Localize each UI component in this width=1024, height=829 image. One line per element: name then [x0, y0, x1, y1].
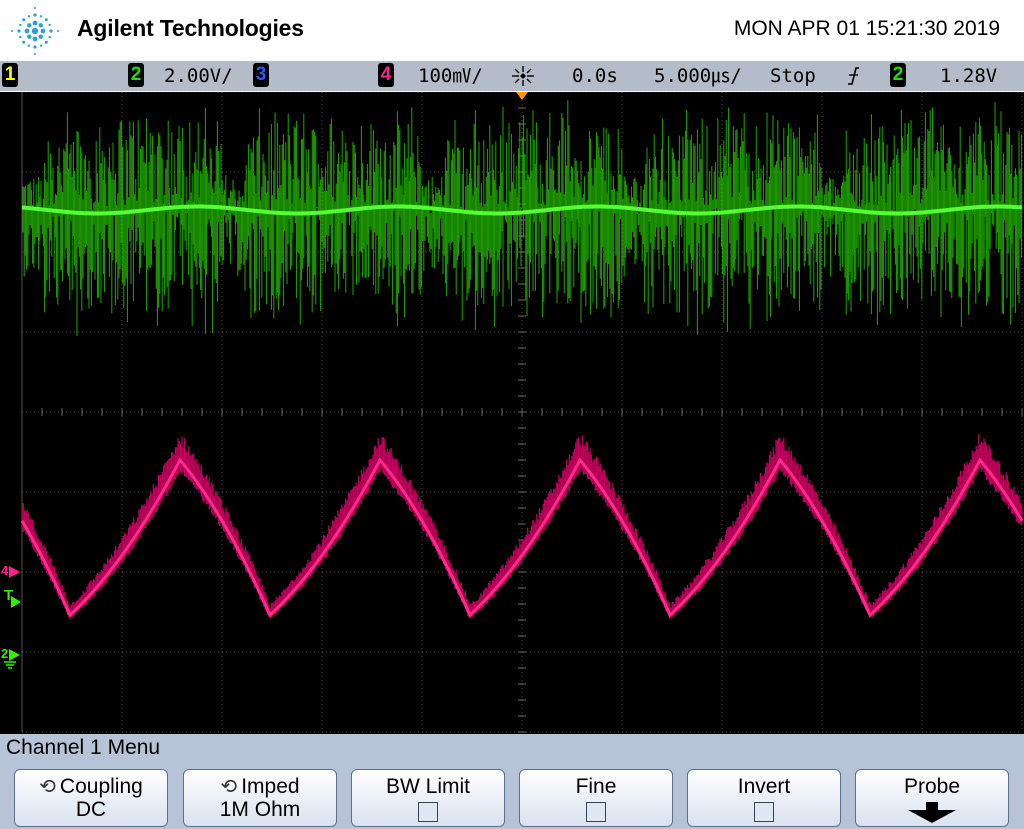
- channel-4-arrow-icon: [9, 566, 20, 578]
- coupling-label: Coupling: [59, 775, 143, 798]
- down-arrow-icon: [908, 802, 956, 823]
- channel-4-marker-label: 4: [1, 563, 9, 578]
- ground-icon: [4, 661, 16, 669]
- agilent-logo-icon: [11, 7, 59, 55]
- channel-4-scale: 100㎷/: [418, 65, 483, 87]
- fine-softkey[interactable]: Fine: [519, 769, 673, 827]
- bw-limit-label: BW Limit: [386, 775, 470, 798]
- channel-4-indicator[interactable]: 4: [378, 63, 394, 87]
- run-state: Stop: [770, 65, 816, 87]
- coupling-softkey[interactable]: ⟲ Coupling DC: [14, 769, 168, 827]
- channel-2-indicator[interactable]: 2: [128, 63, 144, 87]
- channel-4-ground-marker[interactable]: 4: [0, 563, 20, 579]
- rotate-knob-icon: ⟲: [220, 776, 238, 798]
- channel-1-indicator[interactable]: 1: [2, 63, 18, 87]
- invert-softkey[interactable]: Invert: [687, 769, 841, 827]
- probe-label: Probe: [903, 775, 961, 798]
- falling-edge-icon: [848, 67, 859, 85]
- status-bar: 1 2 2.00V/ 3 4 100㎷/ 0.0s 5.000㎲/ Stop 2…: [0, 61, 1024, 91]
- impedance-label: Imped: [241, 775, 300, 798]
- menu-title: Channel 1 Menu: [6, 736, 161, 759]
- impedance-value: 1M Ohm: [219, 798, 301, 821]
- coupling-value: DC: [75, 798, 107, 821]
- invert-label: Invert: [737, 775, 791, 798]
- impedance-softkey[interactable]: ⟲ Imped 1M Ohm: [183, 769, 337, 827]
- probe-softkey[interactable]: Probe: [855, 769, 1009, 827]
- channel-2-scale: 2.00V/: [164, 65, 233, 87]
- trigger-source-indicator[interactable]: 2: [890, 63, 906, 87]
- trigger-position-marker-icon: [516, 92, 528, 100]
- channel-4-waveform: [20, 433, 1024, 620]
- trigger-level: 1.28V: [940, 65, 998, 87]
- trigger-position-icon: [512, 66, 534, 86]
- bw-limit-softkey[interactable]: BW Limit: [351, 769, 505, 827]
- fine-label: Fine: [575, 775, 617, 798]
- trigger-arrow-icon: [11, 596, 21, 608]
- invert-checkbox[interactable]: [754, 802, 774, 822]
- channel-3-indicator[interactable]: 3: [253, 63, 269, 87]
- waveform-plot: [20, 92, 1024, 733]
- channel-4-average-line: [20, 457, 1024, 618]
- menu-title-bar: Channel 1 Menu: [0, 734, 1024, 764]
- bw-limit-checkbox[interactable]: [418, 802, 438, 822]
- fine-checkbox[interactable]: [586, 802, 606, 822]
- brand-name: Agilent Technologies: [77, 15, 304, 41]
- timebase-scale: 5.000㎲/: [654, 65, 742, 87]
- softkey-bar: ⟲ Coupling DC ⟲ Imped 1M Ohm BW Limit Fine…: [0, 764, 1024, 829]
- channel-2-marker-label: 2: [1, 646, 9, 661]
- channel-2-ground-marker[interactable]: 2: [0, 646, 20, 670]
- header: Agilent Technologies MON APR 01 15:21:30…: [0, 0, 1024, 60]
- rotate-knob-icon: ⟲: [39, 776, 56, 798]
- date-time: MON APR 01 15:21:30 2019: [733, 17, 1000, 40]
- channel-4-envelope: [21, 433, 1023, 620]
- channel-2-arrow-icon: [9, 649, 20, 661]
- waveform-display[interactable]: 4 T 2: [0, 92, 1024, 734]
- horizontal-delay: 0.0s: [572, 65, 618, 87]
- trigger-level-marker[interactable]: T: [0, 587, 22, 611]
